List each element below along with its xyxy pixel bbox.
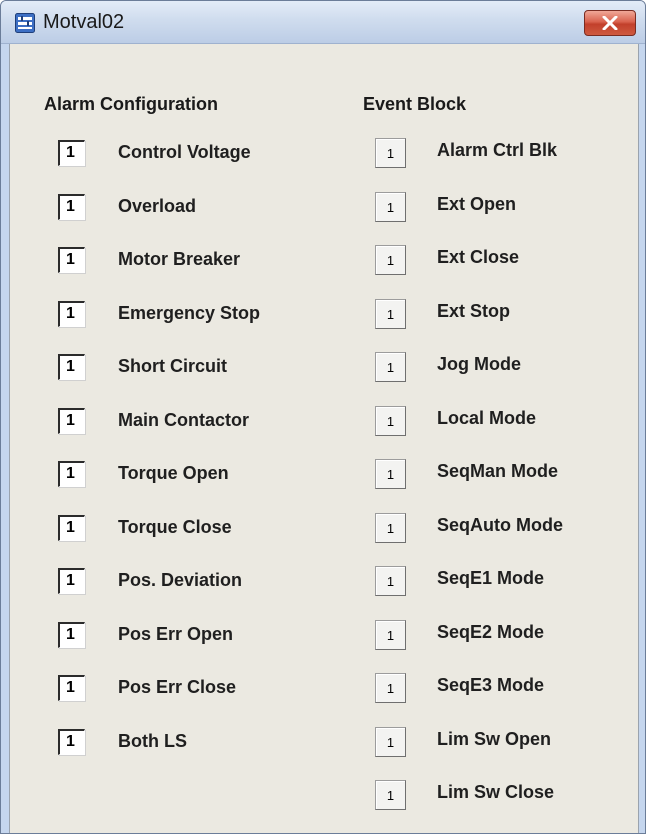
event-value-button[interactable]: 1 <box>375 298 406 329</box>
event-label: Alarm Ctrl Blk <box>437 140 558 160</box>
alarm-value-field[interactable]: 1 <box>58 568 85 594</box>
event-value-button[interactable]: 1 <box>375 138 406 168</box>
event-row: 1 SeqE1 Mode <box>375 566 630 596</box>
faceplate-window-icon <box>15 13 35 33</box>
event-row: 1 Ext Close <box>375 245 630 275</box>
event-row: 1 Lim Sw Close <box>375 780 630 810</box>
event-row: 1 Jog Mode <box>375 352 630 382</box>
title-bar[interactable]: Motval02 <box>1 1 645 44</box>
alarm-label: Pos. Deviation <box>118 570 243 590</box>
event-value-button[interactable]: 1 <box>375 726 406 757</box>
alarm-label: Both LS <box>118 730 187 751</box>
alarm-configuration-header: Alarm Configuration <box>44 94 218 114</box>
alarm-row: 1 Pos Err Close <box>58 675 318 705</box>
event-label: Jog Mode <box>437 354 521 374</box>
window-title: Motval02 <box>43 11 125 33</box>
alarm-value-field[interactable]: 1 <box>58 675 85 701</box>
event-row: 1 Lim Sw Open <box>375 726 630 757</box>
alarm-row: 1 Main Contactor <box>58 407 318 438</box>
close-button[interactable] <box>584 10 636 36</box>
event-value-button[interactable]: 1 <box>375 245 406 275</box>
alarm-row: 1 Both LS <box>58 728 318 759</box>
alarm-value-field[interactable]: 1 <box>58 514 85 541</box>
event-row: 1 SeqE3 Mode <box>375 673 630 703</box>
event-label: Local Mode <box>437 407 537 428</box>
event-value-button[interactable]: 1 <box>375 191 406 222</box>
event-row: 1 SeqAuto Mode <box>375 512 630 543</box>
alarm-row: 1 Overload <box>58 193 318 224</box>
event-row: 1 Ext Open <box>375 191 630 222</box>
alarm-row: 1 Pos. Deviation <box>58 568 318 598</box>
event-row: 1 SeqMan Mode <box>375 459 630 489</box>
event-label: Lim Sw Close <box>437 782 555 802</box>
alarm-value-field[interactable]: 1 <box>58 193 85 220</box>
alarm-label: Main Contactor <box>118 409 250 430</box>
alarm-value-field[interactable]: 1 <box>58 621 85 648</box>
event-value-button[interactable]: 1 <box>375 512 406 543</box>
event-label: Ext Close <box>437 247 520 267</box>
event-label: SeqAuto Mode <box>437 514 563 535</box>
alarm-row: 1 Emergency Stop <box>58 300 318 331</box>
alarm-value-field[interactable]: 1 <box>58 140 85 166</box>
alarm-value-field[interactable]: 1 <box>58 728 85 755</box>
alarm-row: 1 Motor Breaker <box>58 247 318 277</box>
alarm-label: Short Circuit <box>118 356 228 376</box>
event-label: SeqE2 Mode <box>437 621 545 642</box>
alarm-label: Control Voltage <box>118 142 251 162</box>
alarm-row: 1 Torque Open <box>58 461 318 491</box>
faceplate-window: Motval02 Alarm Configuration Event Block… <box>0 0 646 834</box>
event-value-button[interactable]: 1 <box>375 566 406 596</box>
alarm-label: Torque Close <box>118 516 232 537</box>
event-label: Ext Stop <box>437 300 511 321</box>
alarm-value-field[interactable]: 1 <box>58 407 85 434</box>
event-value-button[interactable]: 1 <box>375 459 406 489</box>
alarm-value-field[interactable]: 1 <box>58 300 85 327</box>
close-icon <box>602 16 618 30</box>
alarm-label: Overload <box>118 195 197 216</box>
alarm-label: Pos Err Open <box>118 623 234 644</box>
alarm-row: 1 Control Voltage <box>58 140 318 170</box>
alarm-label: Motor Breaker <box>118 249 241 269</box>
event-label: SeqMan Mode <box>437 461 559 481</box>
alarm-value-field[interactable]: 1 <box>58 461 85 487</box>
faceplate-body: Alarm Configuration Event Block 1 Control… <box>9 44 639 833</box>
alarm-row: 1 Pos Err Open <box>58 621 318 652</box>
event-label: SeqE1 Mode <box>437 568 545 588</box>
alarm-row: 1 Short Circuit <box>58 354 318 384</box>
event-value-button[interactable]: 1 <box>375 352 406 382</box>
event-label: Lim Sw Open <box>437 728 552 749</box>
event-row: 1 Ext Stop <box>375 298 630 329</box>
event-value-button[interactable]: 1 <box>375 673 406 703</box>
event-block-header: Event Block <box>363 94 467 114</box>
alarm-row: 1 Torque Close <box>58 514 318 545</box>
event-row: 1 Local Mode <box>375 405 630 436</box>
event-value-button[interactable]: 1 <box>375 780 406 810</box>
event-label: SeqE3 Mode <box>437 675 545 695</box>
event-label: Ext Open <box>437 193 517 214</box>
alarm-label: Pos Err Close <box>118 677 237 697</box>
event-row: 1 SeqE2 Mode <box>375 619 630 650</box>
alarm-label: Torque Open <box>118 463 229 483</box>
alarm-value-field[interactable]: 1 <box>58 354 85 380</box>
event-row: 1 Alarm Ctrl Blk <box>375 138 630 168</box>
event-value-button[interactable]: 1 <box>375 619 406 650</box>
event-value-button[interactable]: 1 <box>375 405 406 436</box>
alarm-value-field[interactable]: 1 <box>58 247 85 273</box>
alarm-label: Emergency Stop <box>118 302 261 323</box>
